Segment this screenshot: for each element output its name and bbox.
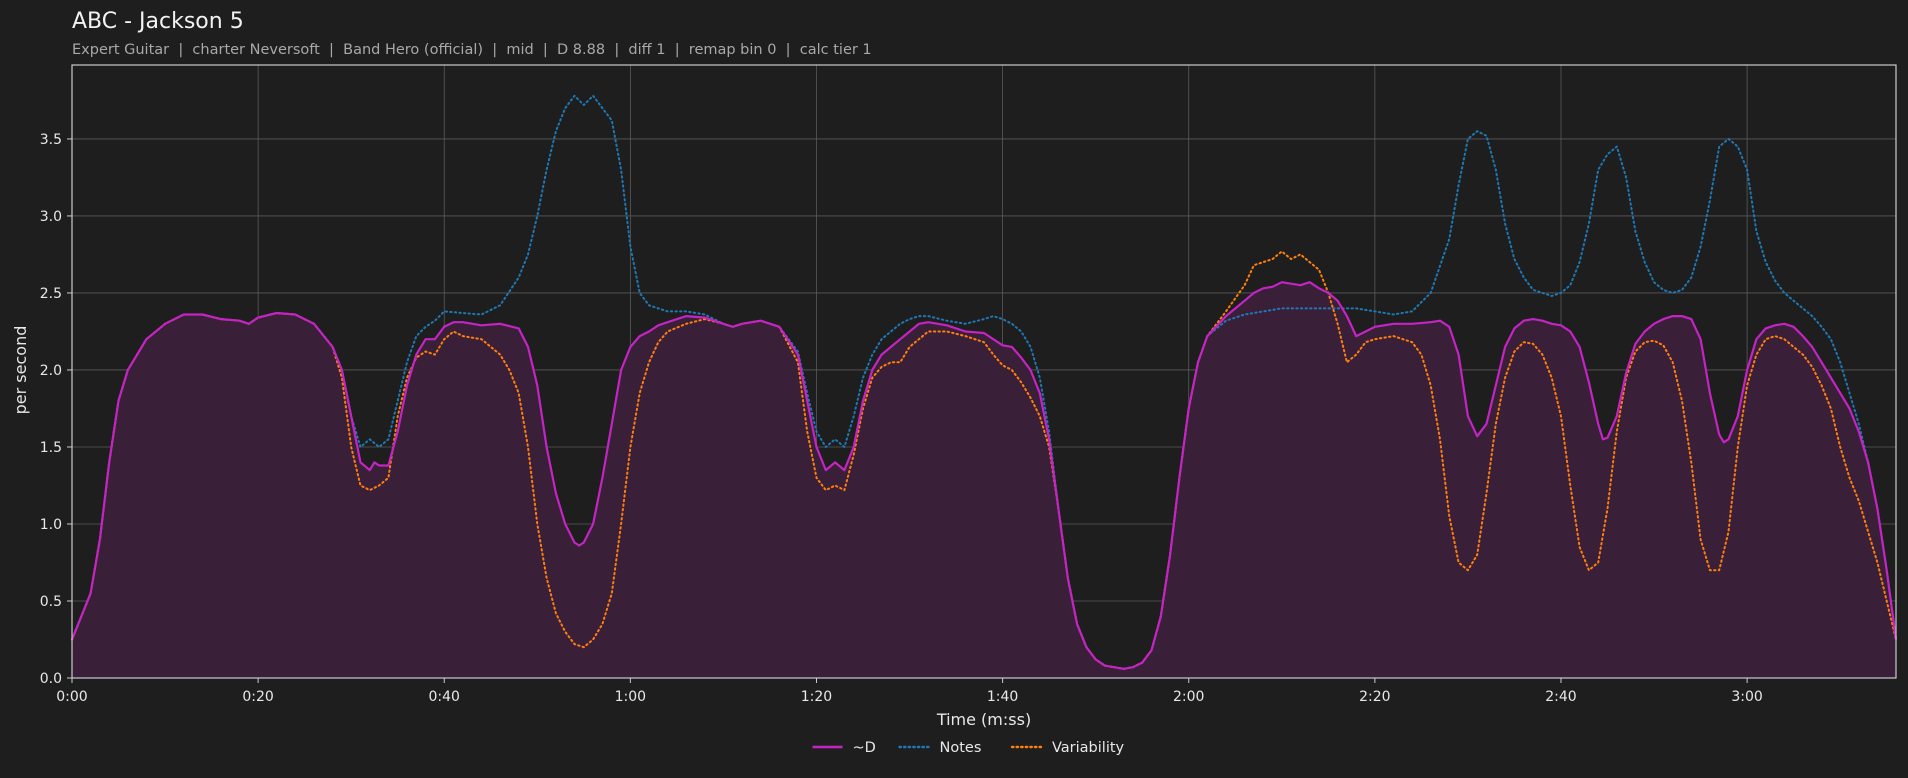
legend-label: ~D: [853, 740, 876, 756]
legend-label: Notes: [940, 740, 982, 756]
y-tick-label: 1.5: [40, 440, 62, 456]
x-tick-label: 2:20: [1359, 689, 1390, 705]
y-tick-label: 0.0: [40, 671, 62, 687]
x-axis-label: Time (m:ss): [936, 710, 1031, 729]
chart: ABC - Jackson 5 Expert Guitar | charter …: [0, 0, 1908, 774]
y-tick-label: 3.5: [40, 132, 62, 148]
y-tick-label: 1.0: [40, 517, 62, 533]
y-tick-label: 0.5: [40, 594, 62, 610]
legend: ~D Notes Variability: [812, 740, 1125, 756]
x-tick-label: 3:00: [1731, 689, 1762, 705]
chart-title: ABC - Jackson 5: [72, 9, 244, 34]
x-tick-label: 0:20: [242, 689, 273, 705]
x-tick-label: 2:00: [1173, 689, 1204, 705]
x-tick-label: 0:40: [429, 689, 460, 705]
y-tick-label: 2.0: [40, 363, 62, 379]
chart-subtitle: Expert Guitar | charter Neversoft | Band…: [72, 42, 872, 58]
y-tick-label: 3.0: [40, 209, 62, 225]
x-tick-label: 2:40: [1545, 689, 1576, 705]
y-tick-label: 2.5: [40, 286, 62, 302]
x-tick-label: 0:00: [56, 689, 87, 705]
x-tick-label: 1:40: [987, 689, 1018, 705]
y-axis-label: per second: [11, 326, 30, 415]
legend-label: Variability: [1052, 740, 1125, 756]
x-tick-label: 1:00: [615, 689, 646, 705]
x-tick-label: 1:20: [801, 689, 832, 705]
